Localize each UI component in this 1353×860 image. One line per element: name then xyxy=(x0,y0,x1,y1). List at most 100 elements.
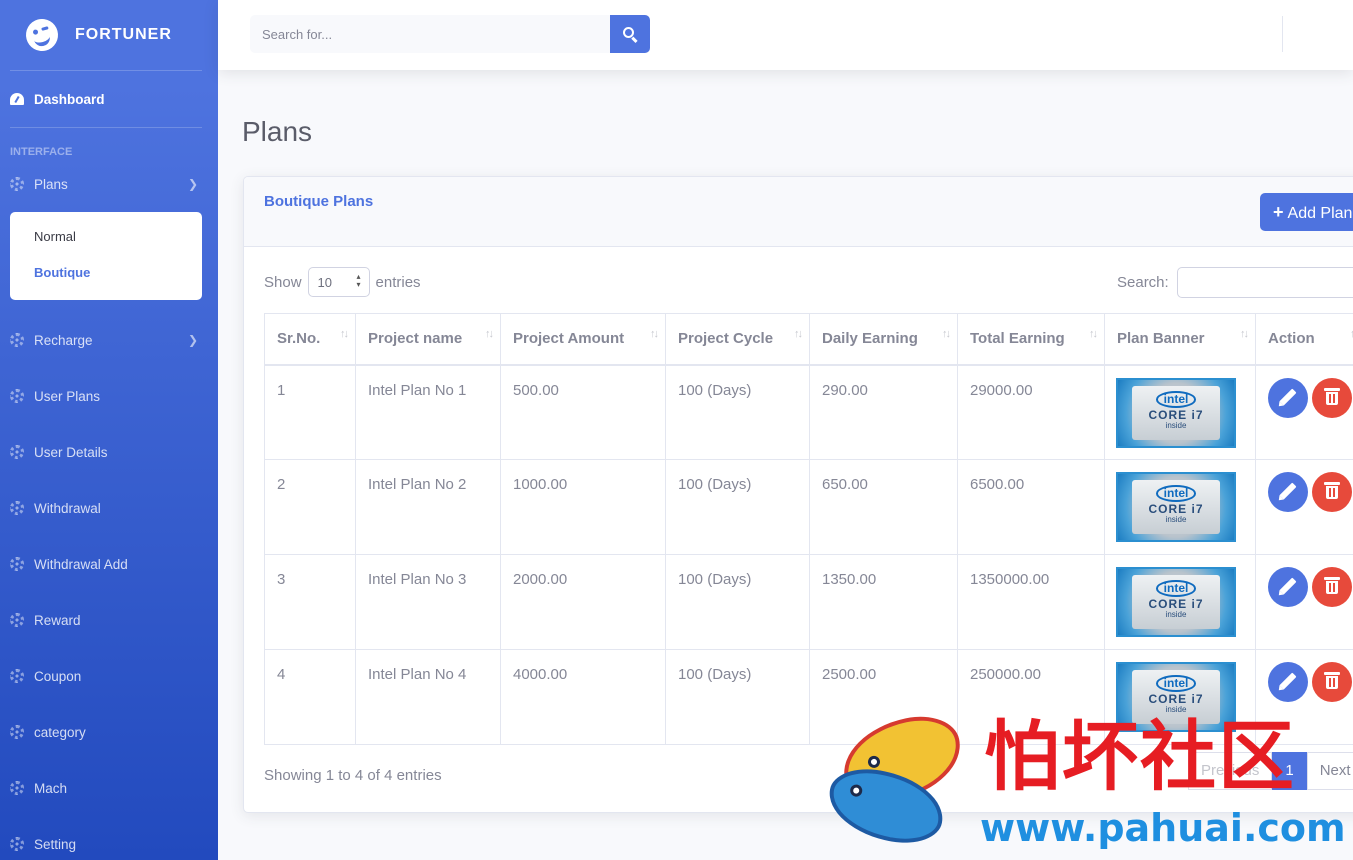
column-header[interactable]: Project name ↑↓ xyxy=(355,313,501,366)
banner-brand: intel xyxy=(1155,485,1197,502)
column-header[interactable]: Action↑↓ xyxy=(1255,313,1353,366)
table-info: Showing 1 to 4 of 4 entries xyxy=(264,767,442,784)
sidebar-item-label: Reward xyxy=(34,612,81,628)
sidebar-item-recharge[interactable]: Recharge ❯ xyxy=(0,312,218,368)
row-actions xyxy=(1268,662,1353,702)
entries-length: Show 10 entries xyxy=(264,267,421,297)
delete-button[interactable] xyxy=(1312,377,1352,418)
edit-button[interactable] xyxy=(1268,662,1308,702)
search-button[interactable] xyxy=(610,15,650,53)
column-header[interactable]: Plan Banner ↑↓ xyxy=(1104,313,1256,366)
show-label: Show xyxy=(264,273,302,291)
tachometer-icon xyxy=(10,93,24,105)
sidebar-item-withdrawal-add[interactable]: Withdrawal Add xyxy=(0,536,218,592)
sidebar-item-reward[interactable]: Reward xyxy=(0,592,218,648)
add-plan-label: Add Plan xyxy=(1287,204,1353,222)
cell-daily: 650.00 xyxy=(809,459,958,555)
cell-amount: 1000.00 xyxy=(500,459,666,555)
cell-sr: 3 xyxy=(264,554,356,650)
cell-amount: 4000.00 xyxy=(500,649,666,745)
cell-amount: 2000.00 xyxy=(500,554,666,650)
cog-icon xyxy=(10,781,24,795)
brand[interactable]: FORTUNER xyxy=(0,0,218,70)
plans-submenu: Normal Boutique xyxy=(10,212,202,300)
cell-cycle: 100 (Days) xyxy=(665,554,810,650)
sidebar-item-dashboard[interactable]: Dashboard xyxy=(0,71,218,127)
banner-line2: inside xyxy=(1165,610,1187,619)
cell-sr: 4 xyxy=(264,649,356,745)
sidebar-item-setting[interactable]: Setting xyxy=(0,816,218,860)
cog-icon xyxy=(10,177,24,191)
column-header[interactable]: Project Amount ↑↓ xyxy=(500,313,666,366)
table-search-input[interactable] xyxy=(1176,267,1353,298)
table-search: Search: xyxy=(1117,267,1353,298)
column-header[interactable]: Project Cycle ↑↓ xyxy=(665,313,810,366)
delete-button[interactable] xyxy=(1312,472,1352,512)
entries-label: entries xyxy=(375,273,421,291)
cell-total: 29000.00 xyxy=(957,364,1105,460)
cell-name: Intel Plan No 1 xyxy=(355,364,501,460)
entries-select[interactable]: 10 xyxy=(307,267,370,297)
brand-name: FORTUNER xyxy=(75,26,172,43)
cell-action xyxy=(1255,459,1353,555)
sidebar-item-coupon[interactable]: Coupon xyxy=(0,648,218,704)
trash-icon xyxy=(1324,672,1340,689)
cell-cycle: 100 (Days) xyxy=(665,649,810,745)
sidebar-item-label: Plans xyxy=(34,176,68,192)
sidebar-items: Recharge ❯ User Plans User Details Withdrawa… xyxy=(0,312,218,860)
chevron-down-icon: ❯ xyxy=(187,177,198,191)
sidebar-item-withdrawal[interactable]: Withdrawal xyxy=(0,480,218,536)
pencil-icon xyxy=(1279,388,1297,405)
cog-icon xyxy=(10,557,24,571)
delete-button[interactable] xyxy=(1312,567,1352,607)
column-header[interactable]: Daily Earning ↑↓ xyxy=(809,313,958,366)
sidebar-item-label: User Details xyxy=(34,444,108,460)
edit-button[interactable] xyxy=(1268,377,1308,418)
sidebar-item-user-details[interactable]: User Details xyxy=(0,424,218,480)
cog-icon xyxy=(10,613,24,627)
cell-banner: intel CORE i7 inside xyxy=(1104,554,1256,650)
table-header-row: Sr.No. ↑↓ Project name ↑↓ Project Amount ↑↓… xyxy=(264,313,1353,366)
plan-banner-image: intel CORE i7 inside xyxy=(1116,567,1236,637)
delete-button[interactable] xyxy=(1312,662,1352,702)
sidebar-item-label: Coupon xyxy=(34,668,82,684)
cell-total: 6500.00 xyxy=(957,459,1105,555)
card-header: Boutique Plans + Add Plan xyxy=(244,177,1353,247)
cell-daily: 1350.00 xyxy=(809,554,958,650)
row-actions xyxy=(1268,567,1353,607)
table-row: 1 Intel Plan No 1 500.00 100 (Days) 290.00 29… xyxy=(264,364,1353,460)
cog-icon xyxy=(10,725,24,739)
plan-banner-image: intel CORE i7 inside xyxy=(1116,377,1236,448)
cell-total: 1350000.00 xyxy=(957,554,1105,650)
cell-name: Intel Plan No 4 xyxy=(355,649,501,745)
table-body: 1 Intel Plan No 1 500.00 100 (Days) 290.00 29… xyxy=(264,364,1353,745)
sidebar-item-user-plans[interactable]: User Plans xyxy=(0,368,218,424)
sidebar-item-mach[interactable]: Mach xyxy=(0,760,218,816)
submenu-item-normal[interactable]: Normal xyxy=(10,220,202,256)
cog-icon xyxy=(10,333,24,347)
cell-action xyxy=(1255,554,1353,650)
cell-cycle: 100 (Days) xyxy=(665,364,810,460)
plans-table: Sr.No. ↑↓ Project name ↑↓ Project Amount ↑↓… xyxy=(264,313,1353,745)
sidebar-item-label: Setting xyxy=(34,836,77,852)
column-header[interactable]: Sr.No. ↑↓ xyxy=(264,313,356,366)
edit-button[interactable] xyxy=(1268,472,1308,512)
sidebar-item-category[interactable]: category xyxy=(0,704,218,760)
topbar xyxy=(218,0,1353,70)
banner-line2: inside xyxy=(1165,515,1187,524)
cell-sr: 1 xyxy=(264,364,356,460)
cell-amount: 500.00 xyxy=(500,364,666,460)
sort-icon: ↑↓ xyxy=(650,328,659,340)
column-header[interactable]: Total Earning ↑↓ xyxy=(957,313,1105,366)
add-plan-button[interactable]: + Add Plan xyxy=(1260,193,1353,231)
cell-sr: 2 xyxy=(264,459,356,555)
search-input[interactable] xyxy=(250,15,610,53)
banner-line1: CORE i7 xyxy=(1148,502,1204,516)
banner-brand: intel xyxy=(1155,580,1197,597)
edit-button[interactable] xyxy=(1268,567,1308,607)
sidebar-item-plans[interactable]: Plans ❯ xyxy=(0,164,218,204)
sidebar-item-label: Recharge xyxy=(34,332,93,348)
plus-icon: + xyxy=(1273,201,1284,222)
submenu-item-boutique[interactable]: Boutique xyxy=(10,256,202,292)
cell-action xyxy=(1255,364,1353,460)
